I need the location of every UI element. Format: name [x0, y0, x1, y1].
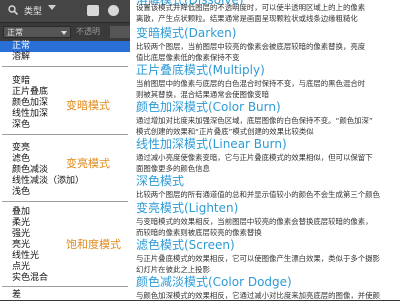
blend-option-dissolve[interactable]: 溶解	[12, 52, 30, 63]
section-title: 变亮模式(Lighten)	[136, 201, 239, 215]
blend-option-hard-mix[interactable]: 实色混合	[12, 273, 48, 284]
body-line: 与颜色加深模式的效果相反，它通过减小对比度来加亮底层的图像，并使颜	[136, 291, 380, 300]
section-title: 变暗模式(Darken)	[136, 26, 237, 40]
group-label-lighten: 变亮模式	[66, 157, 110, 170]
body-line: 而较暗的像素则被底层较亮的像素替换	[136, 227, 262, 237]
blend-option-vivid-light[interactable]: 亮光	[12, 240, 30, 251]
menu-divider	[2, 286, 128, 287]
body-line: 值比底层像素低的像素保持不变	[136, 52, 240, 62]
blend-mode-value: 正常	[7, 28, 23, 37]
section-title: 线性加深模式(Linear Burn)	[136, 137, 287, 151]
body-line: 幻灯片在彼此之上投影	[136, 264, 210, 274]
blend-option-multiply[interactable]: 正片叠底	[12, 87, 48, 98]
blend-option-darken[interactable]: 变暗	[12, 76, 30, 87]
body-line: 与正片叠底模式的效果相反，它可以使图像产生漂白效果，类似于多个摄影	[136, 254, 380, 263]
section-title: 颜色减淡模式(Color Dodge)	[136, 275, 292, 289]
blend-option-color-burn[interactable]: 颜色加深	[12, 98, 48, 109]
section-title: 深色模式	[136, 174, 185, 188]
section-darker-color: 深色模式 比较两个图层的所有通道值的总和并显示值较小的颜色不会生成第三个颜色	[136, 174, 398, 201]
menu-divider	[2, 134, 128, 135]
menu-divider	[2, 201, 128, 202]
menu-divider	[2, 66, 128, 67]
section-lighten: 变亮模式(Lighten) 与变暗模式的效果相反，当前图层中较亮的像素会替换底层…	[136, 201, 398, 238]
body-line: 比较两个图层，当前图层中较亮的像素会被底层较暗的像素替换，亮度	[136, 42, 366, 51]
section-title: 正片叠底模式(Multiply)	[136, 63, 265, 77]
opacity-label: 不透明	[76, 27, 100, 36]
blend-option-hard-light[interactable]: 强光	[12, 229, 30, 240]
blend-option-pin-light[interactable]: 点光	[12, 262, 30, 273]
article-panel: 溶解模式(Dissolve) 设置该模式并降低图层的不透明度时，可以使半透明区域…	[130, 0, 400, 300]
chevron-down-icon[interactable]	[48, 5, 56, 10]
section-body: 与颜色加深模式的效果相反，它通过减小对比度来加亮底层的图像，并使颜	[136, 291, 398, 300]
blend-option-selected[interactable]: 正常	[0, 41, 130, 52]
section-body: 通过增加对比度来加强深色区域，底层图像的白色保持不变。“颜色加深” 模式创建的效…	[136, 116, 398, 137]
filter-toolbar: 类型	[0, 0, 130, 23]
intro-text: 设置该模式并降低图层的不透明度时，可以使半透明区域上的上的像素 离散，产生点状颗…	[136, 3, 365, 24]
opacity-field[interactable]	[110, 26, 130, 38]
blend-option-label: 正常	[12, 41, 31, 51]
body-line: 当前图层中的像素与底层的白色混合时保持不变，与底层的黑色混合时	[136, 79, 366, 88]
section-title: 滤色模式(Screen)	[136, 238, 235, 252]
search-icon[interactable]	[8, 5, 18, 15]
section-body: 与正片叠底模式的效果相反，它可以使图像产生漂白效果，类似于多个摄影 幻灯片在彼此…	[136, 254, 398, 275]
section-body: 与变暗模式的效果相反，当前图层中较亮的像素会替换底层较暗的像素， 而较暗的像素则…	[136, 217, 398, 238]
section-darken: 变暗模式(Darken) 比较两个图层，当前图层中较亮的像素会被底层较暗的像素替…	[136, 26, 398, 63]
blend-option-lighten[interactable]: 变亮	[12, 143, 30, 154]
blend-mode-dropdown: 正常 溶解 变暗 正片叠底 颜色加深 线性加深 深色 变暗模式 变亮 滤色 颜色…	[0, 41, 131, 300]
section-color-dodge: 颜色减淡模式(Color Dodge) 与颜色加深模式的效果相反，它通过减小对比…	[136, 275, 398, 300]
section-linear-burn: 线性加深模式(Linear Burn) 通过减小亮度使像素变暗，它与正片叠底模式…	[136, 137, 398, 174]
body-line: 与变暗模式的效果相反，当前图层中较亮的像素会替换底层较暗的像素，	[136, 217, 373, 226]
blend-option-linear-dodge[interactable]: 线性减淡（添加）	[12, 176, 84, 187]
body-line: 比较两个图层的所有通道值的总和并显示值较小的颜色不会生成第三个颜色	[136, 190, 380, 199]
group-label-saturation: 饱和度模式	[66, 238, 121, 251]
image-filter-icon[interactable]	[87, 5, 99, 16]
layers-panel: 类型 正常 不透明 正常 溶解 变暗 正片叠底 颜色加深 线性加深 深色 变暗模…	[0, 0, 131, 300]
filter-type-label[interactable]: 类型	[24, 4, 42, 17]
body-line: 则被其替换，混合结果通常会使图像变暗	[136, 89, 270, 99]
intro-line: 离散，产生点状颗粒。结果通常是画面呈现颗粒状或线条边缘粗糙化	[136, 13, 358, 23]
blend-row: 正常 不透明	[0, 23, 130, 41]
blend-option-screen[interactable]: 滤色	[12, 154, 30, 165]
blend-option-darker-color[interactable]: 深色	[12, 120, 30, 131]
blend-option-difference[interactable]: 差	[12, 290, 21, 301]
section-screen: 滤色模式(Screen) 与正片叠底模式的效果相反，它可以使图像产生漂白效果，类…	[136, 238, 398, 275]
blend-option-color-dodge[interactable]: 颜色减淡	[12, 165, 48, 176]
blend-option-lighter-color[interactable]: 浅色	[12, 187, 30, 198]
section-color-burn: 颜色加深模式(Color Burn) 通过增加对比度来加强深色区域，底层图像的白…	[136, 100, 398, 137]
intro-line: 设置该模式并降低图层的不透明度时，可以使半透明区域上的上的像素	[136, 3, 366, 12]
body-line: 通过增加对比度来加强深色区域，底层图像的白色保持不变。“颜色加深”	[136, 116, 373, 125]
blend-option-linear-burn[interactable]: 线性加深	[12, 109, 48, 120]
blend-option-linear-light[interactable]: 线性光	[12, 251, 39, 262]
section-body: 通过减小亮度使像素变暗，它与正片叠底模式的效果相似，但可以保留下 面图像更多的颜…	[136, 153, 398, 174]
blend-option-soft-light[interactable]: 柔光	[12, 218, 30, 229]
section-body: 比较两个图层，当前图层中较亮的像素会被底层较暗的像素替换，亮度 值比底层像素低的…	[136, 42, 398, 63]
chevron-down-icon[interactable]	[61, 31, 67, 35]
blend-option-overlay[interactable]: 叠加	[12, 207, 30, 218]
section-multiply: 正片叠底模式(Multiply) 当前图层中的像素与底层的白色混合时保持不变，与…	[136, 63, 398, 100]
adjustment-filter-icon[interactable]	[108, 5, 119, 16]
group-label-darken: 变暗模式	[66, 99, 110, 112]
section-body: 比较两个图层的所有通道值的总和并显示值较小的颜色不会生成第三个颜色	[136, 190, 398, 201]
section-title: 颜色加深模式(Color Burn)	[136, 100, 281, 114]
body-line: 模式创建的效果和“正片叠底”模式创建的效果比较类似	[136, 126, 314, 136]
body-line: 通过减小亮度使像素变暗，它与正片叠底模式的效果相似，但可以保留下	[136, 153, 373, 162]
body-line: 面图像更多的颜色信息	[136, 163, 210, 173]
section-body: 当前图层中的像素与底层的白色混合时保持不变，与底层的黑色混合时 则被其替换，混合…	[136, 79, 398, 100]
